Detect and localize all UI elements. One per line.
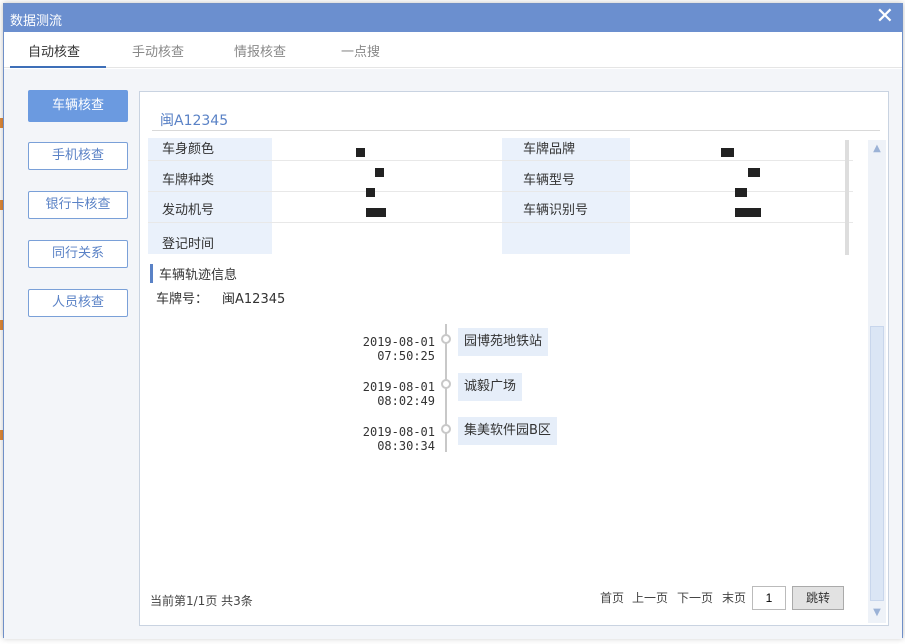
- timeline-time: 2019-08-01 08:02:49: [362, 380, 435, 408]
- tab-intel-check[interactable]: 情报核查: [234, 41, 286, 60]
- active-tab-indicator: [10, 66, 106, 68]
- plate-heading: 闽A12345: [160, 113, 229, 129]
- sidebar-item-bankcard-check[interactable]: 银行卡核查: [28, 191, 128, 219]
- timeline-place: 诚毅广场: [458, 373, 523, 401]
- pagination-info: 当前第1/1页 共3条: [150, 594, 253, 608]
- vehicle-info-table: 车身颜色 车牌种类 发动机号 登记时间 车牌品牌 车辆型号 车辆识别号: [148, 138, 853, 254]
- redacted-value: [356, 148, 365, 157]
- first-page-link[interactable]: 首页: [600, 589, 624, 606]
- label-plate-type: 车牌种类: [162, 173, 215, 188]
- timeline-dot-icon: [441, 379, 451, 389]
- redacted-value: [735, 188, 747, 197]
- tab-bar: 自动核查 手动核查 情报核查 一点搜: [4, 32, 902, 68]
- prev-page-link[interactable]: 上一页: [632, 589, 668, 606]
- sidebar-item-phone-check[interactable]: 手机核查: [28, 142, 128, 170]
- plate-value: 闽A12345: [222, 292, 286, 307]
- vehicle-check-panel: 闽A12345 车身颜色 车牌种类 发动机号 登记时间 车牌品牌 车辆型号 车辆…: [139, 91, 889, 626]
- row-divider: [148, 191, 853, 192]
- trajectory-plate-row: 车牌号： 闽A12345: [156, 288, 285, 307]
- redacted-value: [366, 208, 386, 217]
- label-vin: 车辆识别号: [523, 203, 589, 218]
- timeline-dot-icon: [441, 424, 451, 434]
- panel-scrollbar[interactable]: ▲ ▼: [868, 140, 886, 623]
- redacted-value: [375, 168, 384, 177]
- timeline-place: 集美软件园B区: [458, 417, 557, 445]
- close-icon[interactable]: ✕: [876, 6, 894, 28]
- redacted-value: [721, 148, 734, 157]
- label-register-time: 登记时间: [162, 237, 215, 252]
- tab-quick-search[interactable]: 一点搜: [341, 41, 380, 60]
- timeline-dot-icon: [441, 334, 451, 344]
- tab-auto-check[interactable]: 自动核查: [28, 41, 80, 60]
- row-divider: [148, 160, 853, 161]
- timeline-place: 园博苑地铁站: [458, 328, 549, 356]
- label-engine-number: 发动机号: [162, 203, 215, 218]
- data-check-dialog: 数据测流 ✕ 自动核查 手动核查 情报核查 一点搜 车辆核查 手机核查 银行卡核…: [3, 3, 903, 639]
- scrollbar-thumb[interactable]: [870, 326, 884, 601]
- sidebar-item-person-check[interactable]: 人员核查: [28, 289, 128, 317]
- label-model: 车辆型号: [523, 173, 576, 188]
- next-page-link[interactable]: 下一页: [677, 589, 713, 606]
- dialog-title: 数据测流: [10, 14, 63, 29]
- timeline-time: 2019-08-01 07:50:25: [362, 335, 435, 363]
- label-brand: 车牌品牌: [523, 142, 576, 157]
- dialog-titlebar: 数据测流 ✕: [4, 4, 902, 32]
- redacted-value: [366, 188, 375, 197]
- tab-manual-check[interactable]: 手动核查: [132, 41, 184, 60]
- scroll-up-icon[interactable]: ▲: [870, 142, 884, 156]
- label-body-color: 车身颜色: [162, 142, 215, 157]
- row-divider: [148, 222, 853, 223]
- page-number-input[interactable]: [752, 586, 786, 610]
- divider: [152, 130, 880, 131]
- timeline-time: 2019-08-01 08:30:34: [362, 425, 435, 453]
- plate-label: 车牌号：: [156, 292, 209, 307]
- sidebar-item-vehicle-check[interactable]: 车辆核查: [28, 90, 128, 122]
- last-page-link[interactable]: 末页: [722, 589, 746, 606]
- sidebar-item-companion-relation[interactable]: 同行关系: [28, 240, 128, 268]
- redacted-value: [735, 208, 761, 217]
- info-scrollbar[interactable]: [845, 140, 849, 255]
- scroll-down-icon[interactable]: ▼: [870, 606, 884, 620]
- trajectory-section-title: 车辆轨迹信息: [150, 264, 237, 283]
- redacted-value: [748, 168, 760, 177]
- jump-button[interactable]: 跳转: [792, 586, 844, 610]
